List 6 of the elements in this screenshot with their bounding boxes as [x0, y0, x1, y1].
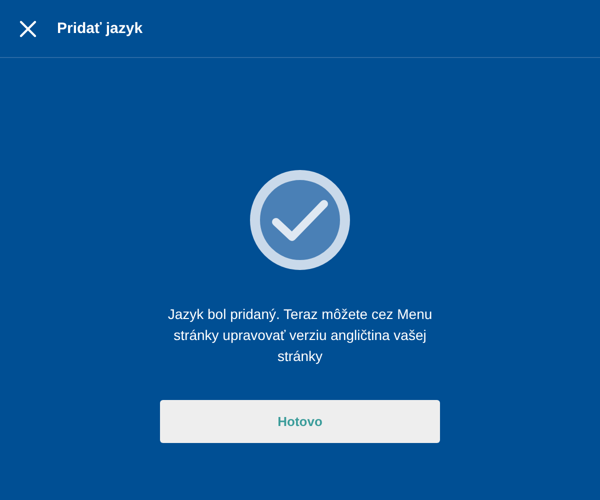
- done-button[interactable]: Hotovo: [160, 400, 440, 443]
- checkmark-icon: [250, 170, 350, 270]
- close-button[interactable]: [19, 20, 37, 38]
- close-icon: [19, 20, 37, 38]
- success-message: Jazyk bol pridaný. Teraz môžete cez Menu stránky upravovať verziu angličtina vašej stránky: [166, 305, 434, 366]
- dialog-title: Pridať jazyk: [57, 20, 143, 37]
